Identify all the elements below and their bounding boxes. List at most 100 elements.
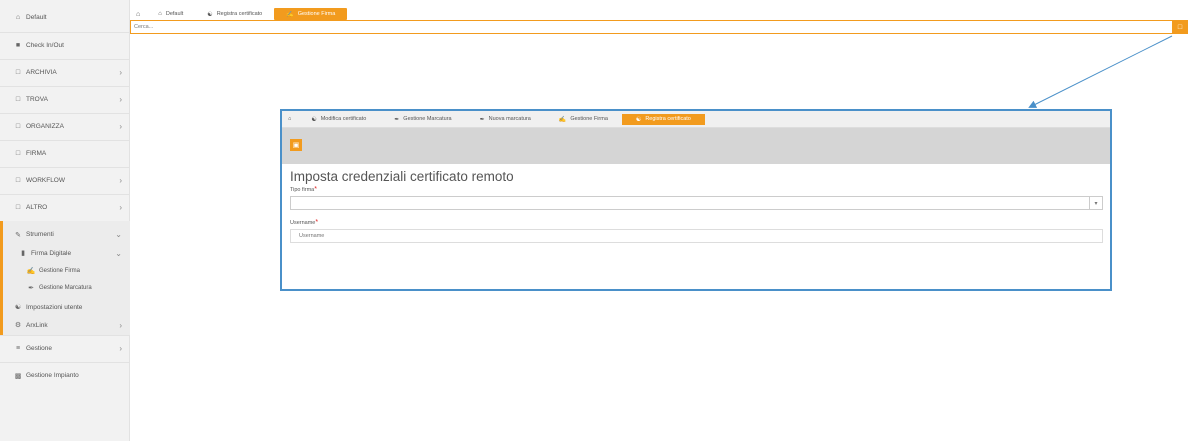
square-icon: ■: [15, 42, 21, 49]
document-icon: ▮: [21, 250, 25, 257]
folder-icon: □: [15, 69, 21, 76]
tab-modifica-certificato[interactable]: ☯ Modifica certificato: [297, 114, 380, 125]
tab-label: Registra certificato: [216, 11, 263, 17]
sidebar-item-firma-digitale[interactable]: ▮ Firma Digitale ⌄: [0, 242, 130, 264]
tab-gestione-firma[interactable]: ✍ Gestione Firma: [545, 114, 622, 125]
home-icon: ⌂: [288, 116, 292, 122]
search-bar: □: [130, 20, 1188, 34]
chevron-right-icon: ›: [119, 203, 122, 212]
tipo-firma-label-text: Tipo firma: [290, 187, 315, 193]
sidebar-item-label: Gestione Impianto: [26, 372, 79, 379]
home-icon: ⌂: [158, 11, 162, 17]
folder-icon: □: [15, 204, 21, 211]
sidebar-item-label: WORKFLOW: [26, 177, 65, 184]
sidebar-item-label: ORGANIZZA: [26, 123, 64, 130]
sidebar-item-default[interactable]: ⌂ Default: [0, 4, 130, 31]
username-label: Username*: [290, 219, 318, 226]
username-input[interactable]: [290, 229, 1103, 243]
sidebar-item-label: Firma Digitale: [31, 249, 72, 257]
home-icon: ⌂: [136, 10, 141, 18]
sidebar: ⌂ Default ■ Check In/Out □ ARCHIVIA › □ …: [0, 0, 130, 441]
chevron-right-icon: ›: [119, 95, 122, 104]
users-icon: ☯: [635, 116, 642, 123]
pen-icon: ✒: [479, 116, 485, 123]
sidebar-item-arxlink[interactable]: ⚙ ArxLink ›: [0, 315, 130, 335]
chevron-down-icon[interactable]: ▾: [1089, 197, 1102, 209]
sidebar-item-label: Gestione Marcatura: [39, 285, 92, 291]
home-tab[interactable]: ⌂: [130, 8, 146, 20]
sidebar-item-label: Check In/Out: [26, 42, 64, 49]
sidebar-item-altro[interactable]: □ ALTRO ›: [0, 194, 130, 221]
required-mark: *: [315, 219, 319, 226]
tab-label: Gestione Firma: [570, 116, 608, 122]
sidebar-item-gestione-firma[interactable]: ✍ Gestione Firma: [0, 262, 130, 280]
required-mark: *: [314, 186, 317, 193]
sidebar-item-label: FIRMA: [26, 150, 47, 157]
save-button[interactable]: ▣: [290, 139, 302, 151]
users-icon: ☯: [14, 304, 22, 311]
plus-icon: □: [1177, 23, 1183, 31]
chevron-right-icon: ›: [119, 344, 122, 353]
chevron-right-icon: ›: [119, 320, 122, 330]
sidebar-item-gestione[interactable]: ≡ Gestione ›: [0, 335, 130, 362]
panel-tab-bar: ⌂ ☯ Modifica certificato ✒ Gestione Marc…: [282, 111, 1110, 128]
tab-registra-certificato[interactable]: ☯ Registra certificato: [621, 113, 705, 125]
sliders-icon: ≡: [15, 345, 21, 352]
sidebar-item-label: Default: [26, 14, 47, 21]
sidebar-item-archivia[interactable]: □ ARCHIVIA ›: [0, 59, 130, 86]
tab-label: Gestione Marcatura: [403, 116, 452, 122]
sidebar-item-label: Gestione: [26, 345, 53, 352]
sidebar-item-organizza[interactable]: □ ORGANIZZA ›: [0, 113, 130, 140]
sidebar-item-label: TROVA: [26, 96, 48, 103]
search-input[interactable]: [134, 22, 1154, 32]
tipo-firma-select[interactable]: ▾: [290, 196, 1103, 210]
tab-gestione-firma[interactable]: ✍ Gestione Firma: [274, 8, 348, 20]
wrench-icon: ✎: [15, 231, 21, 239]
tab-gestione-marcatura[interactable]: ✒ Gestione Marcatura: [380, 114, 465, 125]
username-label-text: Username: [290, 220, 316, 226]
sidebar-item-label: ARCHIVIA: [26, 69, 57, 76]
sidebar-item-trova[interactable]: □ TROVA ›: [0, 86, 130, 113]
sign-icon: ✍: [286, 11, 294, 18]
sidebar-item-label: Impostazioni utente: [26, 303, 83, 311]
tab-label: Nuova marcatura: [488, 116, 531, 122]
sign-icon: ✍: [26, 268, 36, 275]
folder-icon: □: [15, 177, 21, 184]
tab-label: Gestione Firma: [297, 11, 336, 17]
tipo-firma-label: Tipo firma*: [290, 186, 317, 193]
sidebar-item-label: ALTRO: [26, 204, 48, 211]
chevron-right-icon: ›: [119, 176, 122, 185]
tab-label: Modifica certificato: [320, 116, 367, 122]
registra-certificato-panel: ⌂ ☯ Modifica certificato ✒ Gestione Marc…: [280, 109, 1112, 291]
chart-icon: ▩: [14, 372, 22, 380]
sidebar-item-impostazioni-utente[interactable]: ☯ Impostazioni utente: [0, 297, 130, 317]
sidebar-item-label: ArxLink: [26, 321, 48, 329]
tab-label: Default: [165, 11, 184, 17]
chevron-down-icon: ⌄: [115, 230, 122, 239]
save-icon: ▣: [292, 142, 300, 149]
sidebar-item-firma[interactable]: □ FIRMA: [0, 140, 130, 167]
chevron-down-icon: ⌄: [115, 248, 122, 258]
chevron-right-icon: ›: [119, 122, 122, 131]
users-icon: ☯: [207, 11, 213, 18]
panel-toolbar: ▣: [282, 128, 1110, 164]
tab-default[interactable]: ⌂ Default: [146, 8, 195, 20]
add-button[interactable]: □: [1172, 20, 1188, 34]
folder-icon: □: [15, 150, 21, 157]
home-icon: ⌂: [15, 14, 21, 21]
form-title: Imposta credenziali certificato remoto: [290, 169, 514, 184]
sidebar-item-gestione-marcatura[interactable]: ✒ Gestione Marcatura: [0, 279, 130, 297]
tab-nuova-marcatura[interactable]: ✒ Nuova marcatura: [466, 114, 545, 125]
sidebar-item-check-in-out[interactable]: ■ Check In/Out: [0, 32, 130, 59]
folder-icon: □: [15, 123, 21, 130]
tab-registra-certificato[interactable]: ☯ Registra certificato: [195, 8, 274, 20]
panel-home-tab[interactable]: ⌂: [282, 114, 297, 125]
sidebar-item-label: Gestione Firma: [39, 268, 81, 274]
sidebar-item-gestione-impianto[interactable]: ▩ Gestione Impianto: [0, 362, 130, 389]
pen-icon: ✒: [394, 116, 400, 123]
sign-icon: ✍: [558, 116, 567, 123]
tab-label: Registra certificato: [645, 116, 691, 122]
pen-icon: ✒: [28, 285, 34, 292]
sidebar-item-workflow[interactable]: □ WORKFLOW ›: [0, 167, 130, 194]
top-tab-bar: ⌂ ⌂ Default ☯ Registra certificato ✍ Ges…: [130, 6, 348, 20]
